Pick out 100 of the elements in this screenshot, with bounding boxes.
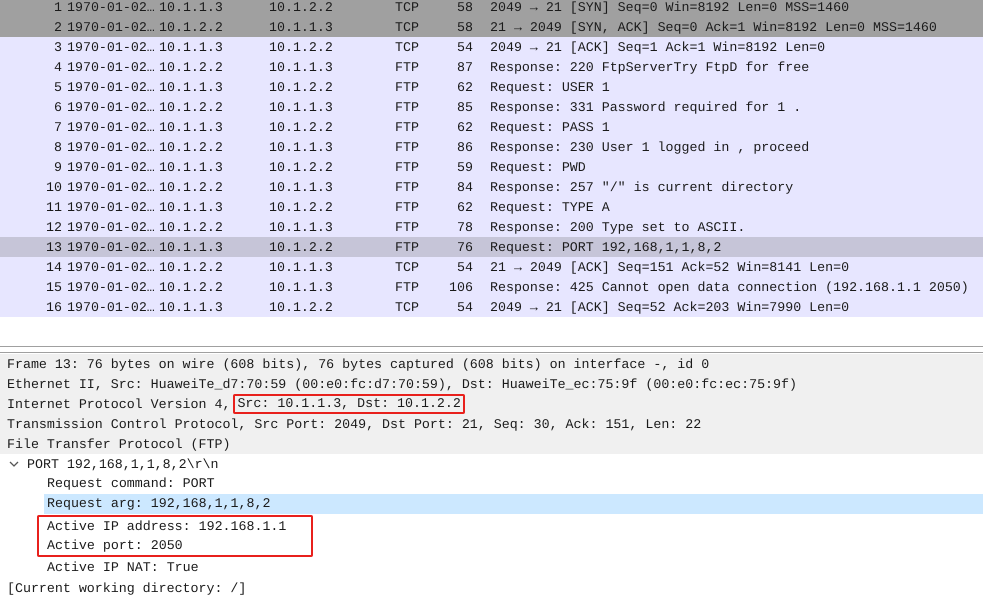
packet-protocol: TCP bbox=[395, 300, 420, 314]
packet-row[interactable]: 7 1970-01-02… 10.1.1.3 10.1.2.2 FTP 62 Request: PASS 1 bbox=[0, 117, 983, 137]
packet-info: Response: 220 FtpServerTry FtpD for free bbox=[490, 60, 810, 74]
tree-item[interactable]: Internet Protocol Version 4, Src: 10.1.1.3, Dst: 10.1.2.2 bbox=[0, 394, 983, 414]
packet-destination: 10.1.2.2 bbox=[269, 0, 334, 14]
packet-time: 1970-01-02… bbox=[66, 0, 156, 14]
packet-info: Response: 425 Cannot open data connection (192.168.1.1 2050) bbox=[490, 280, 969, 294]
packet-destination: 10.1.2.2 bbox=[269, 40, 334, 54]
packet-row[interactable]: 4 1970-01-02… 10.1.2.2 10.1.1.3 FTP 87 Response: 220 FtpServerTry FtpD for free bbox=[0, 57, 983, 77]
packet-time: 1970-01-02… bbox=[66, 260, 156, 274]
packet-source: 10.1.1.3 bbox=[159, 120, 224, 134]
packet-info: Response: 331 Password required for 1 . bbox=[490, 100, 802, 114]
packet-number: 16 bbox=[45, 300, 62, 314]
packet-destination: 10.1.2.2 bbox=[269, 240, 334, 254]
packet-info: Response: 200 Type set to ASCII. bbox=[490, 220, 746, 234]
packet-protocol: FTP bbox=[395, 160, 420, 174]
packet-protocol: TCP bbox=[395, 40, 420, 54]
tree-item-text[interactable]: Ethernet II, Src: HuaweiTe_d7:70:59 (00:e0:fc:d7:70:59), Dst: HuaweiTe_ec:75:9f (00:e0:fc:ec:75:9f) bbox=[0, 374, 983, 394]
packet-destination: 10.1.1.3 bbox=[269, 100, 334, 114]
tree-item-text[interactable]: Request arg: 192,168,1,1,8,2 bbox=[44, 494, 983, 514]
packet-protocol: FTP bbox=[395, 80, 420, 94]
tree-item-text[interactable]: File Transfer Protocol (FTP) bbox=[0, 434, 983, 454]
packet-number: 14 bbox=[45, 260, 62, 274]
packet-row[interactable]: 13 1970-01-02… 10.1.1.3 10.1.2.2 FTP 76 Request: PORT 192,168,1,1,8,2 bbox=[0, 237, 983, 257]
packet-row[interactable]: 2 1970-01-02… 10.1.2.2 10.1.1.3 TCP 58 21 → 2049 [SYN, ACK] Seq=0 Ack=1 Win=8192 Len=0 MSS=1460 bbox=[0, 17, 983, 37]
packet-info: Request: PORT 192,168,1,1,8,2 bbox=[490, 240, 722, 254]
packet-length: 54 bbox=[456, 40, 473, 54]
packet-length: 86 bbox=[456, 140, 473, 154]
packet-info: Request: PWD bbox=[490, 160, 586, 174]
packet-protocol: FTP bbox=[395, 100, 420, 114]
tree-item-text[interactable]: Active IP address: 192.168.1.1 bbox=[39, 517, 311, 536]
packet-destination: 10.1.1.3 bbox=[269, 180, 334, 194]
packet-time: 1970-01-02… bbox=[66, 140, 156, 154]
packet-number: 5 bbox=[53, 80, 62, 94]
packet-length: 62 bbox=[456, 200, 473, 214]
packet-info: 2049 → 21 [ACK] Seq=52 Ack=203 Win=7990 Len=0 bbox=[490, 300, 850, 314]
packet-number: 13 bbox=[45, 240, 62, 254]
packet-source: 10.1.1.3 bbox=[159, 300, 224, 314]
annotated-text: Src: 10.1.1.3, Dst: 10.1.2.2 bbox=[233, 394, 465, 414]
packet-length: 54 bbox=[456, 300, 473, 314]
packet-length: 106 bbox=[448, 280, 473, 294]
chevron-down-icon[interactable] bbox=[9, 459, 19, 469]
packet-info: Response: 257 "/" is current directory bbox=[490, 180, 794, 194]
packet-row[interactable]: 12 1970-01-02… 10.1.2.2 10.1.1.3 FTP 78 Response: 200 Type set to ASCII. bbox=[0, 217, 983, 237]
packet-time: 1970-01-02… bbox=[66, 120, 156, 134]
packet-row[interactable]: 9 1970-01-02… 10.1.1.3 10.1.2.2 FTP 59 Request: PWD bbox=[0, 157, 983, 177]
packet-protocol: FTP bbox=[395, 180, 420, 194]
packet-row[interactable]: 5 1970-01-02… 10.1.1.3 10.1.2.2 FTP 62 Request: USER 1 bbox=[0, 77, 983, 97]
packet-time: 1970-01-02… bbox=[66, 100, 156, 114]
packet-number: 9 bbox=[53, 160, 62, 174]
packet-destination: 10.1.1.3 bbox=[269, 60, 334, 74]
tree-item-text[interactable]: Active IP NAT: True bbox=[37, 558, 983, 578]
packet-row[interactable]: 11 1970-01-02… 10.1.1.3 10.1.2.2 FTP 62 Request: TYPE A bbox=[0, 197, 983, 217]
tree-item-text[interactable]: Frame 13: 76 bytes on wire (608 bits), 76 bytes captured (608 bits) on interface -, id 0 bbox=[0, 354, 983, 374]
packet-row[interactable]: 10 1970-01-02… 10.1.2.2 10.1.1.3 FTP 84 Response: 257 "/" is current directory bbox=[0, 177, 983, 197]
packet-info: 2049 → 21 [SYN] Seq=0 Win=8192 Len=0 MSS=1460 bbox=[490, 0, 850, 14]
tree-item-text[interactable]: Request command: PORT bbox=[37, 474, 983, 494]
tree-item-text: PORT 192,168,1,1,8,2\r\n bbox=[27, 456, 219, 472]
packet-row[interactable]: 15 1970-01-02… 10.1.2.2 10.1.1.3 FTP 106 Response: 425 Cannot open data connection (192.168.1.1 2050) bbox=[0, 277, 983, 297]
packet-protocol: TCP bbox=[395, 0, 420, 14]
packet-length: 85 bbox=[456, 100, 473, 114]
packet-protocol: FTP bbox=[395, 220, 420, 234]
packet-source: 10.1.1.3 bbox=[159, 160, 224, 174]
packet-time: 1970-01-02… bbox=[66, 180, 156, 194]
packet-destination: 10.1.2.2 bbox=[269, 160, 334, 174]
packet-number: 2 bbox=[53, 20, 62, 34]
packet-source: 10.1.1.3 bbox=[159, 40, 224, 54]
packet-time: 1970-01-02… bbox=[66, 280, 156, 294]
packet-time: 1970-01-02… bbox=[66, 60, 156, 74]
packet-row[interactable]: 16 1970-01-02… 10.1.1.3 10.1.2.2 TCP 54 2049 → 21 [ACK] Seq=52 Ack=203 Win=7990 Len=0 bbox=[0, 297, 983, 317]
packet-protocol: FTP bbox=[395, 280, 420, 294]
packet-info: 21 → 2049 [SYN, ACK] Seq=0 Ack=1 Win=8192 Len=0 MSS=1460 bbox=[490, 20, 937, 34]
packet-number: 12 bbox=[45, 220, 62, 234]
packet-source: 10.1.2.2 bbox=[159, 20, 224, 34]
packet-length: 58 bbox=[456, 0, 473, 14]
packet-length: 84 bbox=[456, 180, 473, 194]
packet-protocol: TCP bbox=[395, 20, 420, 34]
packet-source: 10.1.2.2 bbox=[159, 140, 224, 154]
packet-row[interactable]: 3 1970-01-02… 10.1.1.3 10.1.2.2 TCP 54 2049 → 21 [ACK] Seq=1 Ack=1 Win=8192 Len=0 bbox=[0, 37, 983, 57]
tree-item-text[interactable]: Active port: 2050 bbox=[39, 536, 311, 555]
packet-info: 2049 → 21 [ACK] Seq=1 Ack=1 Win=8192 Len=0 bbox=[490, 40, 826, 54]
packet-source: 10.1.2.2 bbox=[159, 180, 224, 194]
packet-row[interactable]: 6 1970-01-02… 10.1.2.2 10.1.1.3 FTP 85 Response: 331 Password required for 1 . bbox=[0, 97, 983, 117]
packet-source: 10.1.2.2 bbox=[159, 260, 224, 274]
packet-time: 1970-01-02… bbox=[66, 200, 156, 214]
packet-row[interactable]: 14 1970-01-02… 10.1.2.2 10.1.1.3 TCP 54 21 → 2049 [ACK] Seq=151 Ack=52 Win=8141 Len=0 bbox=[0, 257, 983, 277]
packet-source: 10.1.2.2 bbox=[159, 220, 224, 234]
packet-destination: 10.1.2.2 bbox=[269, 80, 334, 94]
packet-info: Request: PASS 1 bbox=[490, 120, 610, 134]
packet-source: 10.1.2.2 bbox=[159, 280, 224, 294]
packet-number: 4 bbox=[53, 60, 62, 74]
tree-item-text[interactable]: Transmission Control Protocol, Src Port: 2049, Dst Port: 21, Seq: 30, Ack: 151, Len: 22 bbox=[0, 414, 983, 434]
packet-length: 62 bbox=[456, 80, 473, 94]
packet-length: 78 bbox=[456, 220, 473, 234]
packet-length: 59 bbox=[456, 160, 473, 174]
packet-source: 10.1.1.3 bbox=[159, 0, 224, 14]
packet-row[interactable]: 8 1970-01-02… 10.1.2.2 10.1.1.3 FTP 86 Response: 230 User 1 logged in , proceed bbox=[0, 137, 983, 157]
packet-number: 6 bbox=[53, 100, 62, 114]
splitter-handle[interactable] bbox=[0, 346, 983, 353]
packet-row[interactable]: 1 1970-01-02… 10.1.1.3 10.1.2.2 TCP 58 2049 → 21 [SYN] Seq=0 Win=8192 Len=0 MSS=1460 bbox=[0, 0, 983, 17]
